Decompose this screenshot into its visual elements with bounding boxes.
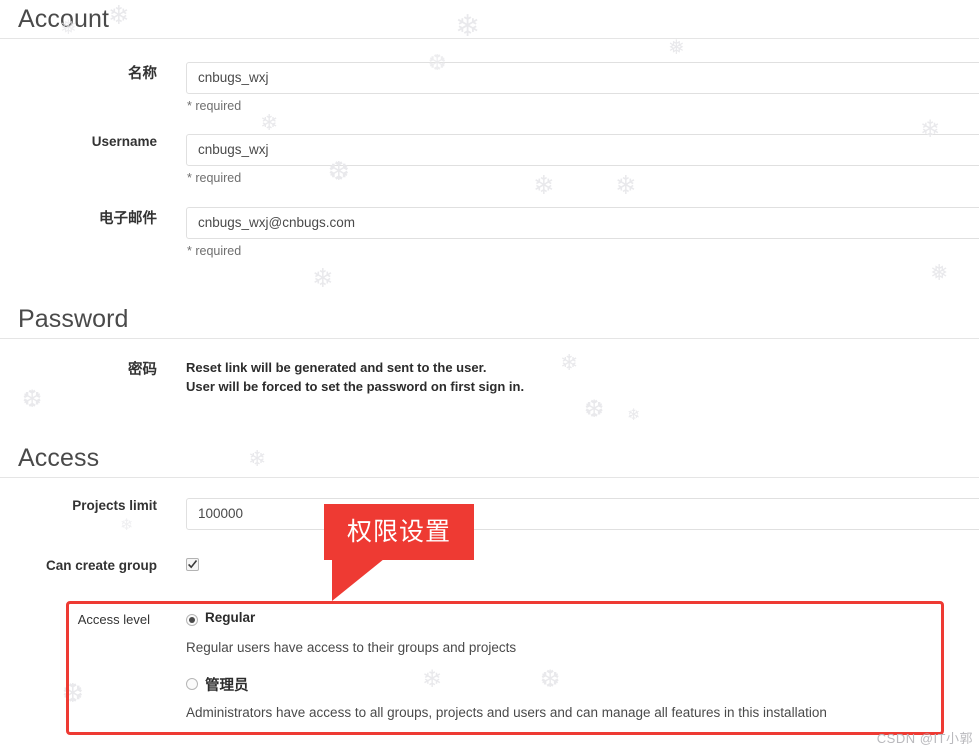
section-account: Account bbox=[0, 4, 979, 39]
callout-tail bbox=[332, 559, 384, 601]
section-title-access: Access bbox=[18, 444, 100, 472]
hint-username-required: * required bbox=[187, 171, 242, 185]
password-note-line2: User will be forced to set the password … bbox=[186, 379, 525, 394]
label-email: 电子邮件 bbox=[99, 211, 157, 227]
radio-label-regular: Regular bbox=[205, 610, 256, 625]
section-title-password: Password bbox=[18, 305, 129, 333]
csdn-watermark: CSDN @IT小郭 bbox=[876, 731, 973, 746]
input-username[interactable]: cnbugs_wxj bbox=[186, 134, 979, 166]
callout-label: 权限设置 bbox=[346, 517, 451, 546]
password-note-line1: Reset link will be generated and sent to… bbox=[186, 360, 487, 375]
radio-description-admin: Administrators have access to all groups… bbox=[186, 705, 827, 720]
input-email[interactable]: cnbugs_wxj@cnbugs.com bbox=[186, 207, 979, 239]
user-settings-form: Account 名称 cnbugs_wxj * required Usernam… bbox=[0, 0, 979, 751]
label-can-create-group: Can create group bbox=[45, 558, 157, 573]
label-username: Username bbox=[91, 134, 157, 149]
label-access-level: Access level bbox=[77, 612, 150, 627]
label-projects-limit: Projects limit bbox=[72, 498, 157, 513]
divider bbox=[0, 38, 979, 39]
section-password: Password bbox=[0, 304, 979, 339]
section-title-account: Account bbox=[18, 5, 110, 33]
hint-email-required: * required bbox=[187, 244, 242, 258]
radio-icon-admin[interactable] bbox=[186, 678, 198, 690]
divider bbox=[0, 477, 979, 478]
input-name[interactable]: cnbugs_wxj bbox=[186, 62, 979, 94]
password-note: Reset link will be generated and sent to… bbox=[186, 358, 524, 396]
section-access: Access bbox=[0, 443, 979, 478]
hint-name-required: * required bbox=[187, 99, 242, 113]
divider bbox=[0, 338, 979, 339]
callout-permission-settings: 权限设置 bbox=[324, 504, 474, 601]
label-password: 密码 bbox=[128, 362, 157, 378]
check-icon bbox=[188, 560, 198, 569]
label-name: 名称 bbox=[128, 66, 157, 82]
checkbox-can-create-group[interactable] bbox=[186, 558, 199, 571]
radio-description-regular: Regular users have access to their group… bbox=[186, 640, 517, 655]
radio-label-admin: 管理员 bbox=[205, 678, 249, 694]
radio-icon-regular[interactable] bbox=[186, 614, 198, 626]
input-projects-limit[interactable]: 100000 bbox=[186, 498, 979, 530]
